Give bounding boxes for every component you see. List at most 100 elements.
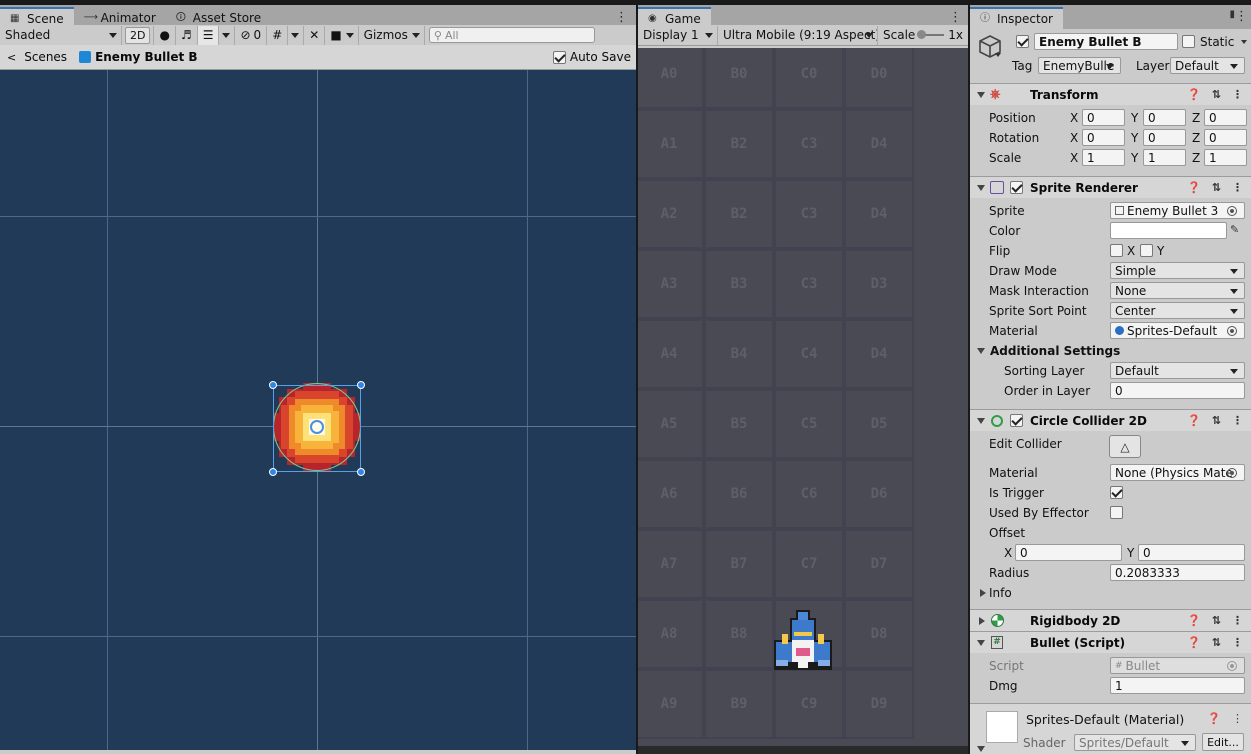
object-picker-icon[interactable] [1227, 206, 1237, 216]
help-icon[interactable]: ❓ [1187, 181, 1201, 194]
sorting-layer-dropdown[interactable]: Default [1110, 362, 1245, 379]
sprite-sort-point-dropdown[interactable]: Center [1110, 302, 1245, 319]
transform-position-z-field[interactable]: 0 [1204, 109, 1247, 126]
transform-scale-y-field[interactable]: 1 [1143, 149, 1186, 166]
component-menu-icon[interactable]: ⋮ [1232, 636, 1243, 649]
breadcrumb-scenes[interactable]: Scenes [24, 50, 67, 64]
static-dropdown-arrow[interactable] [1241, 40, 1247, 44]
scene-search-input[interactable]: ⚲ All [428, 27, 595, 43]
info-foldout[interactable]: Info [989, 586, 1012, 600]
bullet-script-header[interactable]: # Bullet (Script) ❓ ⇅ ⋮ [970, 631, 1251, 653]
object-picker-icon[interactable] [1227, 468, 1237, 478]
static-checkbox[interactable] [1182, 35, 1195, 48]
transform-rotation-x-field[interactable]: 0 [1082, 129, 1125, 146]
transform-position-x-field[interactable]: 0 [1082, 109, 1125, 126]
component-menu-icon[interactable]: ⋮ [1232, 712, 1243, 725]
object-name-field[interactable]: Enemy Bullet B [1034, 33, 1178, 50]
info-arrow-icon[interactable] [980, 589, 986, 597]
toggle-2d-button[interactable]: 2D [125, 26, 151, 44]
rect-handle-bottom-left[interactable] [269, 468, 277, 476]
rect-handle-top-left[interactable] [269, 381, 277, 389]
collider-material-field[interactable]: None (Physics Mate [1110, 464, 1245, 481]
material-collapse-arrow-icon[interactable] [977, 746, 985, 752]
aspect-dropdown[interactable]: Ultra Mobile (9:19 Aspect) [718, 25, 878, 45]
grid-toggle[interactable]: # [267, 25, 289, 45]
offset-x-field[interactable]: 0 [1015, 544, 1122, 561]
grid-dropdown[interactable] [288, 25, 305, 45]
shading-mode-dropdown[interactable]: Shaded [0, 25, 122, 45]
lighting-toggle[interactable]: ● [154, 25, 176, 45]
effects-toggle[interactable]: ☰ [197, 25, 220, 45]
transform-rotation-y-field[interactable]: 0 [1143, 129, 1186, 146]
active-checkbox[interactable] [1016, 35, 1029, 48]
layer-dropdown[interactable]: Default [1170, 57, 1245, 74]
game-menu-icon[interactable]: ⋮ [949, 10, 962, 25]
icon-dropdown-arrow[interactable] [995, 53, 1001, 57]
component-menu-icon[interactable]: ⋮ [1232, 414, 1243, 427]
help-icon[interactable]: ❓ [1187, 414, 1201, 427]
rigidbody-header[interactable]: Rigidbody 2D ❓ ⇅ ⋮ [970, 609, 1251, 631]
gizmos-dropdown[interactable]: Gizmos [359, 25, 425, 45]
help-icon[interactable]: ❓ [1187, 614, 1201, 627]
sprite-field[interactable]: Enemy Bullet 3 [1110, 202, 1245, 219]
transform-scale-x-field[interactable]: 1 [1082, 149, 1125, 166]
scale-slider-thumb[interactable] [917, 30, 927, 39]
component-menu-icon[interactable]: ⋮ [1232, 614, 1243, 627]
color-field[interactable] [1110, 222, 1227, 239]
preset-icon[interactable]: ⇅ [1212, 414, 1221, 427]
material-edit-button[interactable]: Edit... [1202, 733, 1244, 751]
help-icon[interactable]: ❓ [1207, 712, 1221, 725]
additional-settings-foldout[interactable]: Additional Settings [990, 344, 1120, 358]
dmg-field[interactable]: 1 [1110, 677, 1245, 694]
scene-viewport[interactable] [0, 70, 636, 750]
used-by-effector-checkbox[interactable] [1110, 506, 1123, 519]
mask-interaction-dropdown[interactable]: None [1110, 282, 1245, 299]
offset-y-field[interactable]: 0 [1138, 544, 1245, 561]
sprite-renderer-enabled-checkbox[interactable] [1010, 181, 1023, 194]
object-picker-icon[interactable] [1227, 326, 1237, 336]
additional-settings-arrow-icon[interactable] [977, 348, 985, 354]
effects-dropdown[interactable] [219, 25, 236, 45]
sprite-renderer-header[interactable]: Sprite Renderer ❓ ⇅ ⋮ [970, 176, 1251, 198]
preset-icon[interactable]: ⇅ [1212, 636, 1221, 649]
flip-x-checkbox[interactable] [1110, 244, 1123, 257]
transform-position-y-field[interactable]: 0 [1143, 109, 1186, 126]
tag-dropdown[interactable]: EnemyBulle [1038, 57, 1121, 74]
breadcrumb-prefab[interactable]: Enemy Bullet B [95, 50, 198, 64]
flip-y-checkbox[interactable] [1140, 244, 1153, 257]
eyedropper-icon[interactable]: ✎ [1230, 223, 1239, 236]
transform-scale-z-field[interactable]: 1 [1204, 149, 1247, 166]
circle-collider-enabled-checkbox[interactable] [1010, 414, 1023, 427]
preset-icon[interactable]: ⇅ [1212, 614, 1221, 627]
radius-field[interactable]: 0.2083333 [1110, 564, 1245, 581]
transform-rotation-z-field[interactable]: 0 [1204, 129, 1247, 146]
help-icon[interactable]: ❓ [1187, 636, 1201, 649]
rect-handle-top-right[interactable] [357, 381, 365, 389]
circle-collider-header[interactable]: Circle Collider 2D ❓ ⇅ ⋮ [970, 409, 1251, 431]
display-dropdown[interactable]: Display 1 [638, 25, 718, 45]
transform-header[interactable]: ⎈ Transform ❓ ⇅ ⋮ [970, 83, 1251, 105]
scene-menu-icon[interactable]: ⋮ [615, 10, 628, 25]
component-menu-icon[interactable]: ⋮ [1232, 88, 1243, 101]
order-in-layer-field[interactable]: 0 [1110, 382, 1245, 399]
rect-handle-bottom-right[interactable] [357, 468, 365, 476]
inspector-menu-icon[interactable]: ⋮ [1235, 9, 1248, 24]
scale-slider[interactable] [917, 30, 945, 39]
audio-toggle[interactable]: ♬ [176, 25, 198, 45]
edit-collider-button[interactable]: △ [1109, 435, 1141, 458]
camera-dropdown[interactable]: ■ [325, 25, 359, 45]
tools-toggle[interactable]: ✕ [304, 25, 326, 45]
preset-icon[interactable]: ⇅ [1212, 88, 1221, 101]
back-arrow-icon[interactable]: < [7, 51, 16, 64]
auto-save-checkbox[interactable] [552, 50, 566, 64]
hidden-objects-toggle[interactable]: ⊘ 0 [235, 25, 268, 45]
component-menu-icon[interactable]: ⋮ [1232, 181, 1243, 194]
draw-mode-dropdown[interactable]: Simple [1110, 262, 1245, 279]
help-icon[interactable]: ❓ [1187, 88, 1201, 101]
tab-inspector[interactable]: ⓘ Inspector [970, 7, 1063, 29]
game-viewport[interactable]: A0 B0 C0 D0 A1 B2 C3 D4 A2 B2 C3 D4 A3 B3 C3 D3 A4 B4 C4 D4… [638, 48, 968, 746]
preset-icon[interactable]: ⇅ [1212, 181, 1221, 194]
pivot-handle[interactable] [310, 420, 324, 434]
material-field[interactable]: Sprites-Default [1110, 322, 1245, 339]
is-trigger-checkbox[interactable] [1110, 486, 1123, 499]
